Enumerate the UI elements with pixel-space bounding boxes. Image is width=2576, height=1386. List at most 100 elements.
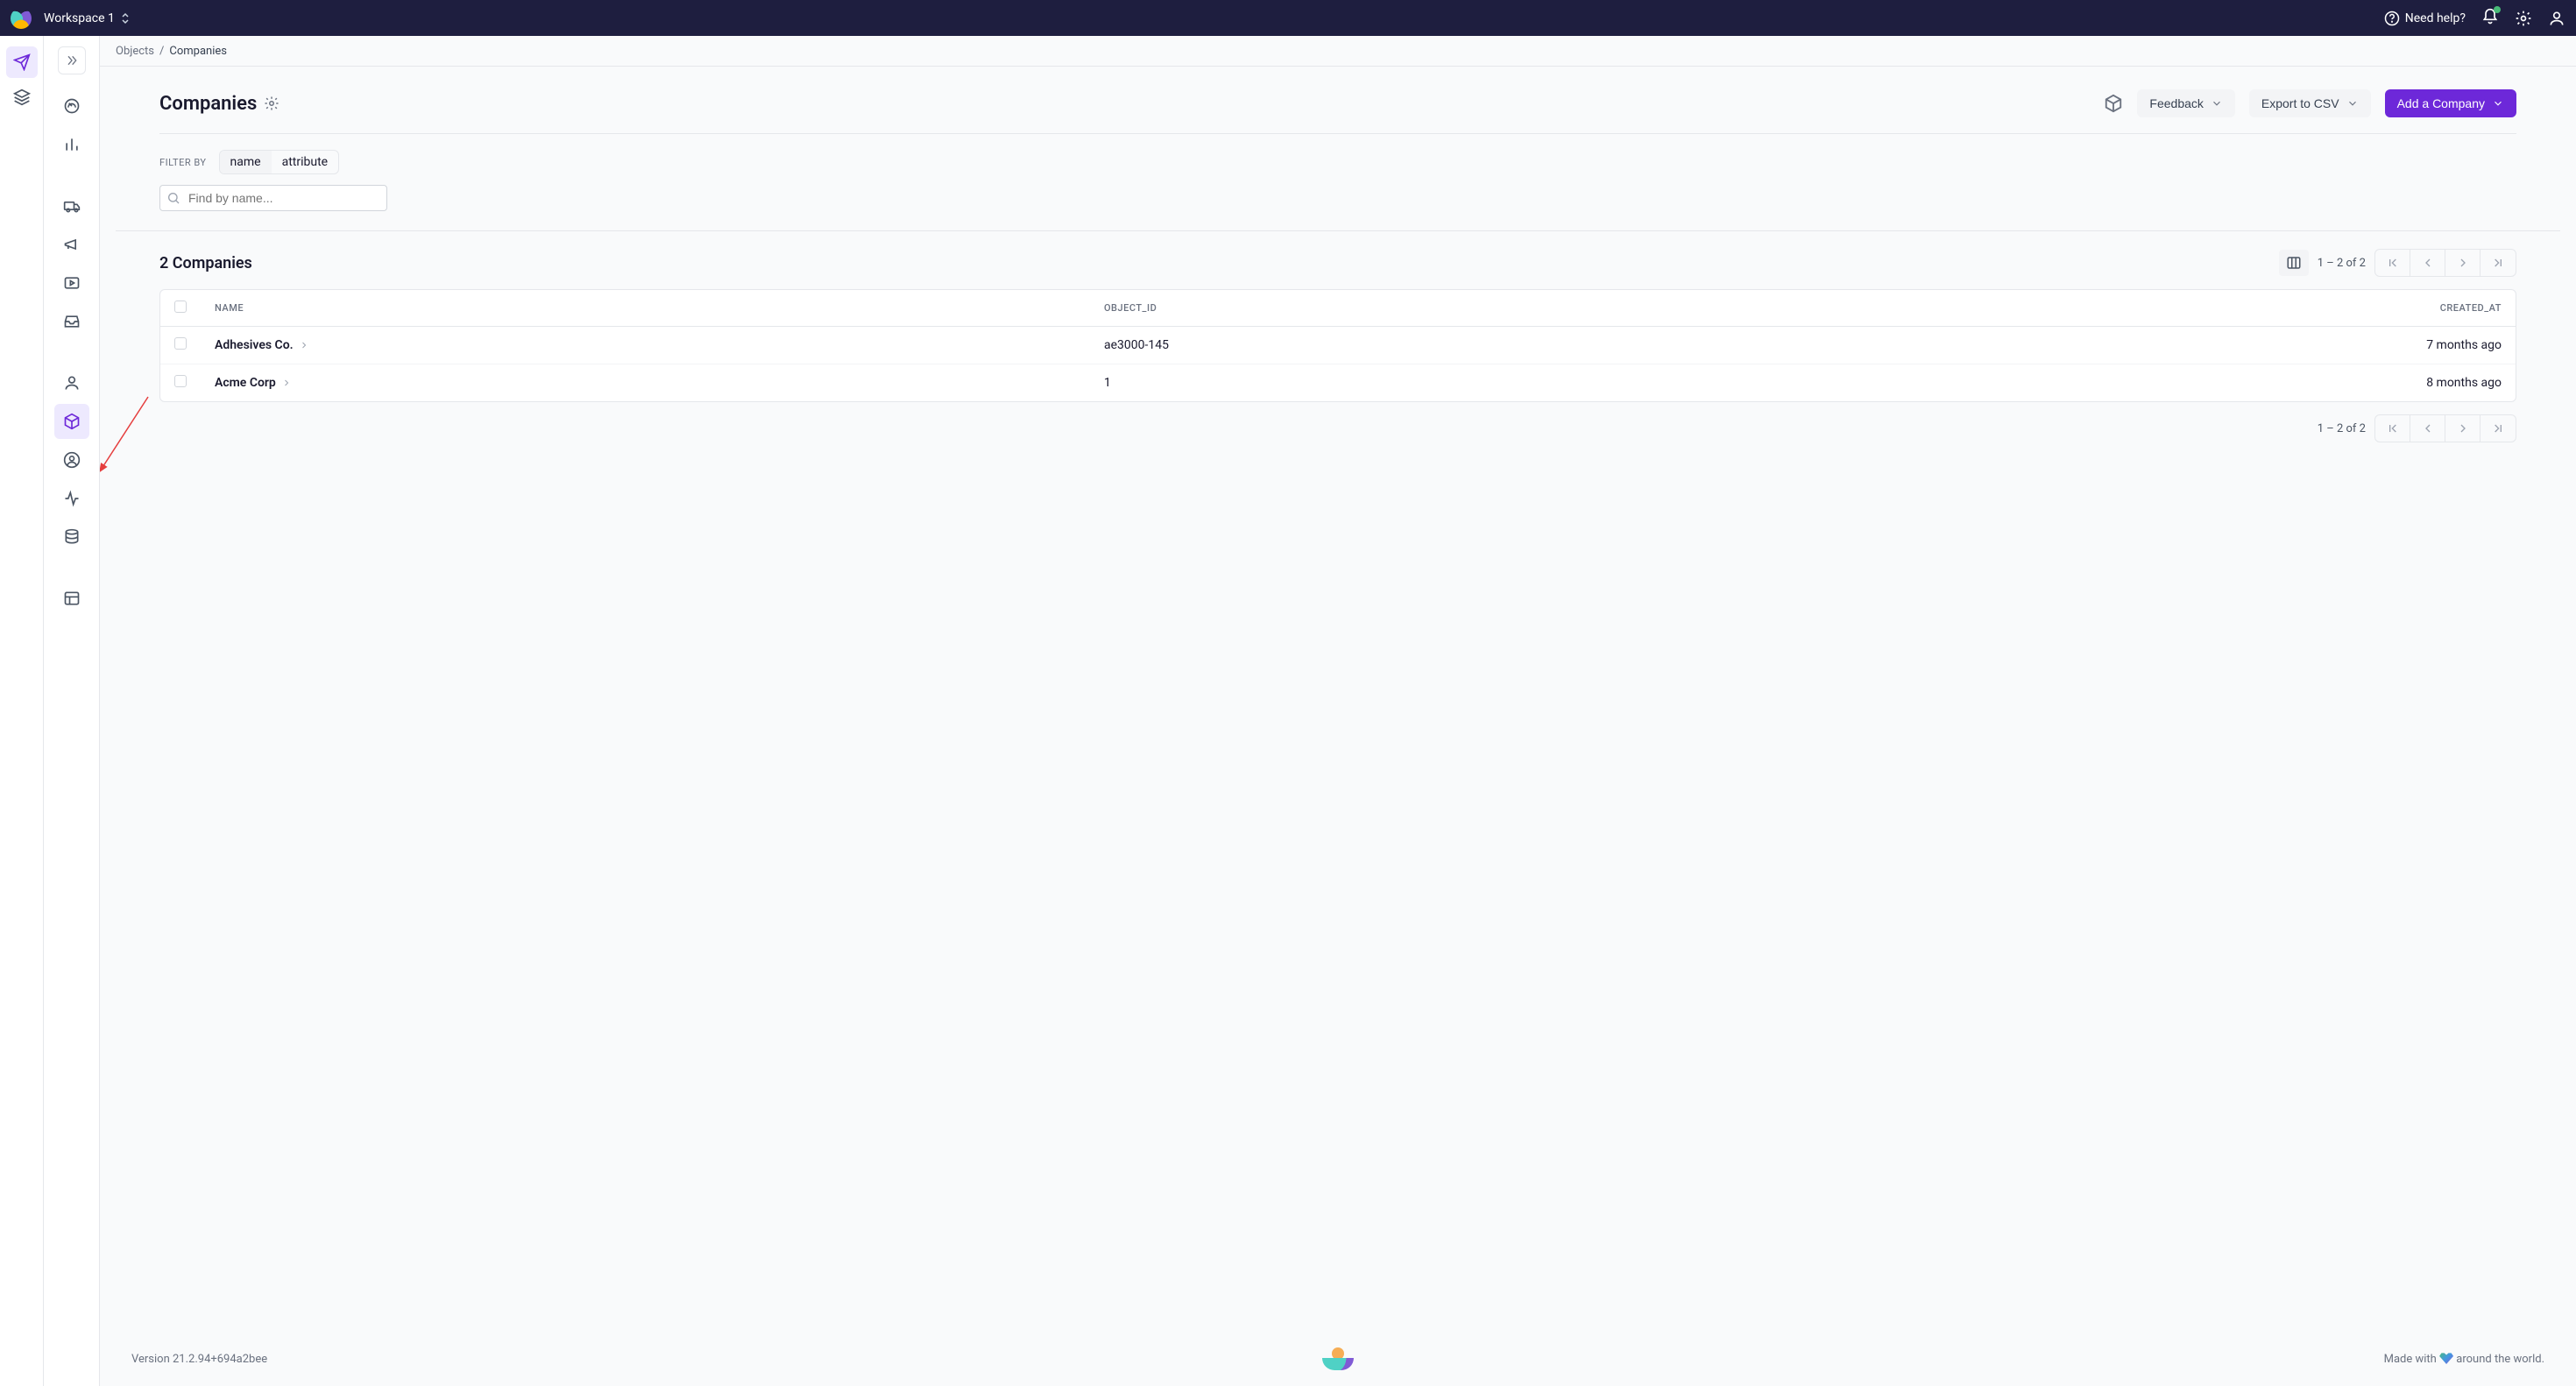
filter-label: FILTER BY: [159, 157, 207, 168]
pager-last[interactable]: [2480, 415, 2516, 442]
feedback-button[interactable]: Feedback: [2137, 89, 2234, 117]
columns-icon: [2286, 255, 2302, 271]
user-icon: [63, 374, 81, 392]
expand-sidebar-button[interactable]: [58, 46, 86, 74]
cell-object-id: ae3000-145: [1090, 327, 1766, 364]
sidebar-item-inbox[interactable]: [54, 304, 89, 339]
chevron-right-icon: [281, 378, 292, 388]
workspace-name: Workspace 1: [44, 11, 115, 25]
gear-icon[interactable]: [264, 95, 280, 111]
pager-range-bottom: 1 – 2 of 2: [2318, 422, 2366, 435]
help-label: Need help?: [2405, 11, 2466, 25]
updown-icon: [120, 12, 131, 25]
nav-item-layers[interactable]: [6, 81, 38, 113]
select-all-checkbox[interactable]: [174, 301, 187, 313]
search-input-wrap: [159, 185, 387, 211]
sidebar-item-objects[interactable]: [54, 404, 89, 439]
sidebar-item-audience[interactable]: [54, 442, 89, 477]
page-title: Companies: [159, 93, 280, 115]
pager-next[interactable]: [2445, 250, 2480, 276]
pager-buttons-bottom: [2374, 414, 2516, 442]
chevron-down-icon: [2346, 97, 2359, 110]
sidebar-item-broadcasts[interactable]: [54, 227, 89, 262]
chevron-left-icon: [2421, 421, 2435, 435]
filter-toggle: name attribute: [219, 150, 340, 174]
sidebar-item-analytics[interactable]: [54, 127, 89, 162]
sidebar-item-layout[interactable]: [54, 581, 89, 616]
sidebar-item-activity[interactable]: [54, 481, 89, 516]
table-row[interactable]: Adhesives Co. ae3000-1457 months ago: [160, 327, 2516, 364]
cube-icon: [63, 413, 81, 430]
col-created-at[interactable]: CREATED_AT: [1766, 290, 2516, 327]
export-csv-button[interactable]: Export to CSV: [2249, 89, 2371, 117]
secondary-nav-rail: [44, 36, 100, 1386]
chevron-down-icon: [2492, 97, 2504, 110]
notif-dot: [2494, 6, 2501, 13]
chevron-first-icon: [2386, 256, 2400, 270]
chevron-right-icon: [299, 340, 309, 350]
sidebar-item-dashboard[interactable]: [54, 88, 89, 124]
sidebar-item-data[interactable]: [54, 520, 89, 555]
chevron-last-icon: [2491, 421, 2505, 435]
sidebar-item-templates[interactable]: [54, 265, 89, 301]
row-checkbox[interactable]: [174, 375, 187, 387]
help-link[interactable]: Need help?: [2384, 11, 2466, 26]
inbox-icon: [63, 313, 81, 330]
cell-object-id: 1: [1090, 364, 1766, 402]
gauge-icon: [63, 97, 81, 115]
search-icon: [166, 191, 180, 205]
top-bar: Workspace 1 Need help?: [0, 0, 2576, 36]
col-object-id[interactable]: OBJECT_ID: [1090, 290, 1766, 327]
gear-icon[interactable]: [2515, 10, 2532, 27]
notifications-button[interactable]: [2481, 8, 2499, 29]
workspace-selector[interactable]: Workspace 1: [44, 11, 131, 25]
pager-first[interactable]: [2375, 415, 2410, 442]
app-logo: [11, 8, 32, 29]
filter-name-tab[interactable]: name: [220, 151, 272, 173]
user-circle-icon: [63, 451, 81, 469]
sidebar-item-users[interactable]: [54, 365, 89, 400]
chevron-last-icon: [2491, 256, 2505, 270]
megaphone-icon: [63, 236, 81, 253]
pager-buttons: [2374, 249, 2516, 277]
pager-first[interactable]: [2375, 250, 2410, 276]
help-icon: [2384, 11, 2400, 26]
column-settings-button[interactable]: [2279, 250, 2309, 276]
search-input[interactable]: [159, 185, 387, 211]
add-company-button[interactable]: Add a Company: [2385, 89, 2516, 117]
company-name-link[interactable]: Acme Corp: [215, 376, 1076, 390]
chevron-right-icon: [2456, 256, 2470, 270]
chevron-right-icon: [2456, 421, 2470, 435]
company-name-link[interactable]: Adhesives Co.: [215, 338, 1076, 352]
primary-nav-rail: [0, 36, 44, 1386]
crumb-sep: /: [159, 45, 164, 58]
row-checkbox[interactable]: [174, 337, 187, 350]
sidebar-item-journeys[interactable]: [54, 188, 89, 223]
breadcrumb: Objects / Companies: [100, 36, 2576, 67]
truck-icon: [63, 197, 81, 215]
table-row[interactable]: Acme Corp 18 months ago: [160, 364, 2516, 402]
results-count: 2 Companies: [159, 254, 252, 272]
user-icon[interactable]: [2548, 10, 2565, 27]
cube-icon[interactable]: [2104, 94, 2123, 113]
pager-prev[interactable]: [2410, 415, 2445, 442]
annotation-arrow: [100, 392, 161, 480]
cell-created-at: 7 months ago: [1766, 327, 2516, 364]
col-name[interactable]: NAME: [201, 290, 1090, 327]
bar-chart-icon: [63, 136, 81, 153]
pager-prev[interactable]: [2410, 250, 2445, 276]
crumb-parent[interactable]: Objects: [116, 45, 154, 58]
version-label: Version 21.2.94+694a2bee: [131, 1353, 1322, 1366]
chevron-first-icon: [2386, 421, 2400, 435]
layout-icon: [63, 590, 81, 607]
pulse-icon: [63, 490, 81, 507]
footer-logo: [1322, 1347, 1354, 1370]
nav-item-send[interactable]: [6, 46, 38, 78]
chevron-left-icon: [2421, 256, 2435, 270]
filter-attribute-tab[interactable]: attribute: [272, 151, 339, 173]
pager-range: 1 – 2 of 2: [2318, 257, 2366, 270]
pager-next[interactable]: [2445, 415, 2480, 442]
crumb-current: Companies: [169, 45, 227, 58]
pager-last[interactable]: [2480, 250, 2516, 276]
play-box-icon: [63, 274, 81, 292]
